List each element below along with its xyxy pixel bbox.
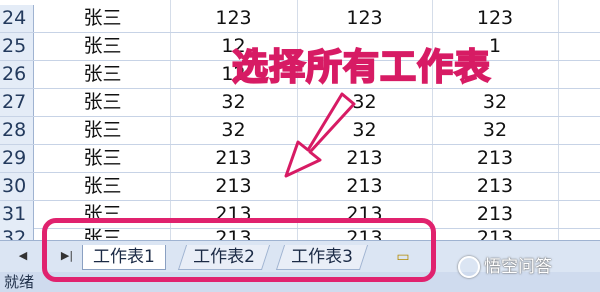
- cell[interactable]: 32: [170, 89, 297, 116]
- highlight-box: [42, 218, 436, 282]
- cell[interactable]: 123: [432, 5, 558, 32]
- row-header[interactable]: 28: [0, 117, 34, 144]
- cell[interactable]: 张三: [35, 89, 170, 116]
- cell[interactable]: 213: [170, 173, 297, 200]
- cell[interactable]: 张三: [35, 33, 170, 60]
- row-header[interactable]: 26: [0, 61, 34, 88]
- row-header[interactable]: 31: [0, 201, 34, 228]
- cell[interactable]: 213: [432, 173, 558, 200]
- cell[interactable]: 张三: [35, 5, 170, 32]
- cell[interactable]: 213: [432, 201, 558, 228]
- row-header[interactable]: 30: [0, 173, 34, 200]
- row-header[interactable]: 29: [0, 145, 34, 172]
- cell[interactable]: 123: [297, 5, 432, 32]
- watermark-text: 悟空问答: [484, 257, 552, 277]
- pointer-arrow-icon: [284, 92, 356, 178]
- cell[interactable]: 32: [432, 117, 558, 144]
- cell[interactable]: 213: [432, 145, 558, 172]
- annotation-callout: 选择所有工作表: [231, 46, 492, 89]
- cell[interactable]: 张三: [35, 145, 170, 172]
- row-header[interactable]: 25: [0, 33, 34, 60]
- cell[interactable]: 张三: [35, 117, 170, 144]
- cell[interactable]: 张三: [35, 61, 170, 88]
- table-row: 24 张三 123 123 123: [0, 5, 600, 33]
- watermark: 悟空问答: [458, 252, 552, 278]
- prev-sheet-icon[interactable]: ◀: [14, 247, 32, 265]
- cell[interactable]: 张三: [35, 173, 170, 200]
- cell[interactable]: 213: [170, 145, 297, 172]
- cell[interactable]: 32: [432, 89, 558, 116]
- row-header[interactable]: 24: [0, 5, 34, 32]
- cell[interactable]: 32: [170, 117, 297, 144]
- row-header[interactable]: 27: [0, 89, 34, 116]
- status-text: 就绪: [4, 273, 35, 291]
- watermark-logo-icon: [458, 256, 480, 278]
- cell[interactable]: 123: [170, 5, 297, 32]
